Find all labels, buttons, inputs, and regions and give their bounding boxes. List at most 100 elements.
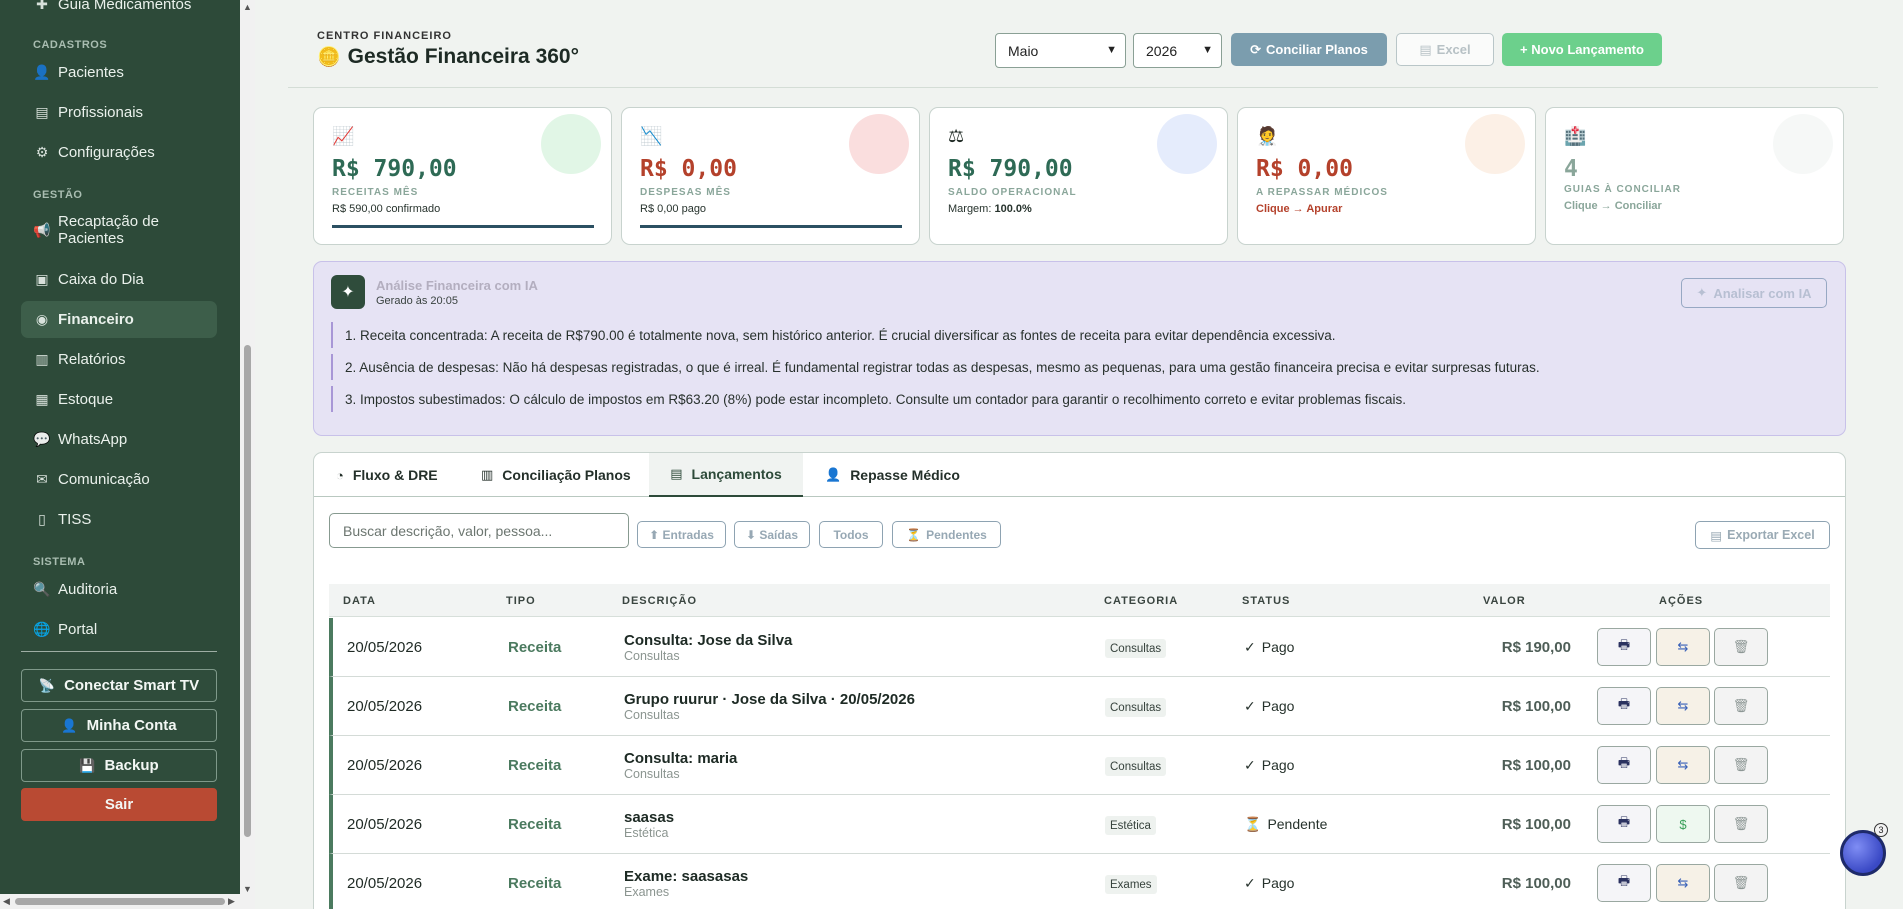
connect-smart-tv-button[interactable]: 📡 Conectar Smart TV xyxy=(21,669,217,702)
sidebar-item-profissionais[interactable]: ▤ Profissionais xyxy=(21,94,217,131)
scroll-left-arrow-icon[interactable]: ◀ xyxy=(3,896,10,907)
table-row: 20/05/2026 Receita Grupo ruurur · Jose d… xyxy=(329,677,1830,736)
sidebar: ✚ Guia Medicamentos CADASTROS 👤 Pacientes … xyxy=(0,0,240,909)
check-icon: ✓ xyxy=(1244,756,1256,773)
table-row: 20/05/2026 Receita Exame: saasasas Exame… xyxy=(329,854,1830,909)
gear-icon: ⚙ xyxy=(35,144,49,160)
trash-icon: 🗑 xyxy=(1732,698,1750,713)
delete-button[interactable]: 🗑 xyxy=(1714,687,1768,725)
delete-button[interactable]: 🗑 xyxy=(1714,805,1768,843)
box-icon: ▦ xyxy=(35,391,49,407)
table-row: 20/05/2026 Receita Consulta: maria Consu… xyxy=(329,736,1830,795)
filter-entradas-button[interactable]: ⬆ Entradas xyxy=(637,521,726,548)
sidebar-item-financeiro[interactable]: ◉ Financeiro xyxy=(21,301,217,338)
search-input[interactable]: Buscar descrição, valor, pessoa... xyxy=(329,513,629,548)
sidebar-item-tiss[interactable]: ▯ TISS xyxy=(21,501,217,538)
sidebar-item-configuracoes[interactable]: ⚙ Configurações xyxy=(21,134,217,171)
cell-descricao: Consulta: Jose da Silva Consultas xyxy=(624,631,793,663)
print-button[interactable]: 🖶 xyxy=(1597,746,1651,784)
sidebar-item-portal[interactable]: 🌐 Portal xyxy=(21,611,217,648)
stat-card-repasse[interactable]: 🧑‍⚕️ R$ 0,00 A REPASSAR MÉDICOS Clique →… xyxy=(1237,107,1536,245)
scrollbar-thumb[interactable] xyxy=(244,345,251,837)
column-header-valor[interactable]: VALOR xyxy=(1483,584,1526,617)
excel-button[interactable]: ▤ Excel xyxy=(1396,33,1494,66)
tab-fluxo-dre[interactable]: ◔ Fluxo & DRE xyxy=(336,453,438,497)
cell-valor: R$ 100,00 xyxy=(1501,756,1571,774)
scroll-up-arrow-icon[interactable]: ▲ xyxy=(243,2,252,12)
sidebar-vertical-scrollbar[interactable]: ▲ ▼ xyxy=(240,0,255,909)
broadcast-icon: 📡 xyxy=(38,677,56,693)
filter-todos-button[interactable]: Todos xyxy=(819,521,883,548)
cell-data: 20/05/2026 xyxy=(347,638,423,656)
tab-repasse-medico[interactable]: 👤 Repasse Médico xyxy=(825,453,960,497)
trash-icon: 🗑 xyxy=(1732,875,1750,890)
sidebar-item-whatsapp[interactable]: 💬 WhatsApp xyxy=(21,421,217,458)
sidebar-item-pacientes[interactable]: 👤 Pacientes xyxy=(21,54,217,91)
column-header-status[interactable]: STATUS xyxy=(1242,584,1290,617)
column-header-descricao[interactable]: DESCRIÇÃO xyxy=(622,584,697,617)
month-select[interactable]: Maio ▼ xyxy=(995,33,1126,68)
refund-button[interactable]: ⇆ xyxy=(1656,628,1710,666)
cell-descricao: Consulta: maria Consultas xyxy=(624,749,738,781)
scroll-down-arrow-icon[interactable]: ▼ xyxy=(243,884,252,894)
cell-status: ✓ Pago xyxy=(1244,756,1295,774)
sidebar-item-relatorios[interactable]: ▥ Relatórios xyxy=(21,341,217,378)
refund-icon: ⇆ xyxy=(1677,875,1689,890)
tab-conciliacao-planos[interactable]: ▥ Conciliação Planos xyxy=(481,453,631,497)
print-button[interactable]: 🖶 xyxy=(1597,687,1651,725)
refund-button[interactable]: ⇆ xyxy=(1656,746,1710,784)
column-header-categoria[interactable]: CATEGORIA xyxy=(1104,584,1178,617)
sidebar-item-estoque[interactable]: ▦ Estoque xyxy=(21,381,217,418)
new-entry-button[interactable]: + Novo Lançamento xyxy=(1502,33,1662,66)
stat-card-guias[interactable]: 🏥 4 GUIAS À CONCILIAR Clique → Conciliar xyxy=(1545,107,1844,245)
scrollbar-thumb[interactable] xyxy=(15,898,225,905)
sidebar-item-comunicacao[interactable]: ✉ Comunicação xyxy=(21,461,217,498)
trash-icon: 🗑 xyxy=(1732,816,1750,831)
refund-button[interactable]: ⇆ xyxy=(1656,864,1710,902)
delete-button[interactable]: 🗑 xyxy=(1714,628,1768,666)
conciliar-planos-button[interactable]: ⟳ Conciliar Planos xyxy=(1231,33,1387,66)
print-button[interactable]: 🖶 xyxy=(1597,864,1651,902)
cell-descricao: Exame: saasasas Exames xyxy=(624,867,749,899)
magic-wand-icon: ✦ xyxy=(331,275,365,309)
delete-button[interactable]: 🗑 xyxy=(1714,864,1768,902)
cell-valor: R$ 100,00 xyxy=(1501,697,1571,715)
table-header: DATA TIPO DESCRIÇÃO CATEGORIA STATUS VAL… xyxy=(329,584,1830,617)
refund-icon: ⇆ xyxy=(1677,698,1689,713)
printer-icon: 🖶 xyxy=(1617,873,1631,888)
mark-paid-button[interactable]: $ xyxy=(1656,805,1710,843)
export-excel-button[interactable]: ▤ Exportar Excel xyxy=(1695,521,1830,549)
sidebar-item-guia-medicamentos[interactable]: ✚ Guia Medicamentos xyxy=(21,0,217,23)
sidebar-item-auditoria[interactable]: 🔍 Auditoria xyxy=(21,571,217,608)
cell-status: ✓ Pago xyxy=(1244,874,1295,892)
delete-button[interactable]: 🗑 xyxy=(1714,746,1768,784)
backup-button[interactable]: 💾 Backup xyxy=(21,749,217,782)
cell-data: 20/05/2026 xyxy=(347,815,423,833)
stat-subtext: Margem: 100.0% xyxy=(948,203,1032,215)
column-header-data[interactable]: DATA xyxy=(343,584,376,617)
stat-value: R$ 790,00 xyxy=(948,156,1073,182)
sidebar-item-caixa-do-dia[interactable]: ▣ Caixa do Dia xyxy=(21,261,217,298)
my-account-button[interactable]: 👤 Minha Conta xyxy=(21,709,217,742)
clinic-icon: ▥ xyxy=(481,467,494,482)
filter-saidas-button[interactable]: ⬇ Saídas xyxy=(734,521,810,548)
refund-button[interactable]: ⇆ xyxy=(1656,687,1710,725)
filter-pendentes-button[interactable]: ⏳ Pendentes xyxy=(892,521,1001,548)
scroll-right-arrow-icon[interactable]: ▶ xyxy=(228,896,235,907)
logout-button[interactable]: Sair xyxy=(21,788,217,821)
decorative-blob xyxy=(541,114,601,174)
print-button[interactable]: 🖶 xyxy=(1597,628,1651,666)
year-select[interactable]: 2026 ▼ xyxy=(1133,33,1222,68)
check-icon: ✓ xyxy=(1244,874,1256,891)
chevron-down-icon: ▼ xyxy=(1106,44,1117,56)
sidebar-item-recaptacao[interactable]: 📢 Recaptação de Pacientes xyxy=(21,208,217,252)
analyze-with-ai-button[interactable]: ✦ Analisar com IA xyxy=(1681,278,1827,308)
tab-lancamentos[interactable]: ▤ Lançamentos xyxy=(649,453,803,497)
sidebar-horizontal-scrollbar[interactable]: ◀ ▶ xyxy=(0,894,240,909)
user-icon: 👤 xyxy=(33,64,51,80)
table-row: 20/05/2026 Receita saasas Estética Estét… xyxy=(329,795,1830,854)
column-header-tipo[interactable]: TIPO xyxy=(506,584,536,617)
print-button[interactable]: 🖶 xyxy=(1597,805,1651,843)
lancamentos-panel: ◔ Fluxo & DRE ▥ Conciliação Planos ▤ Lançam… xyxy=(313,452,1846,909)
finance-icon: ◉ xyxy=(35,311,49,327)
